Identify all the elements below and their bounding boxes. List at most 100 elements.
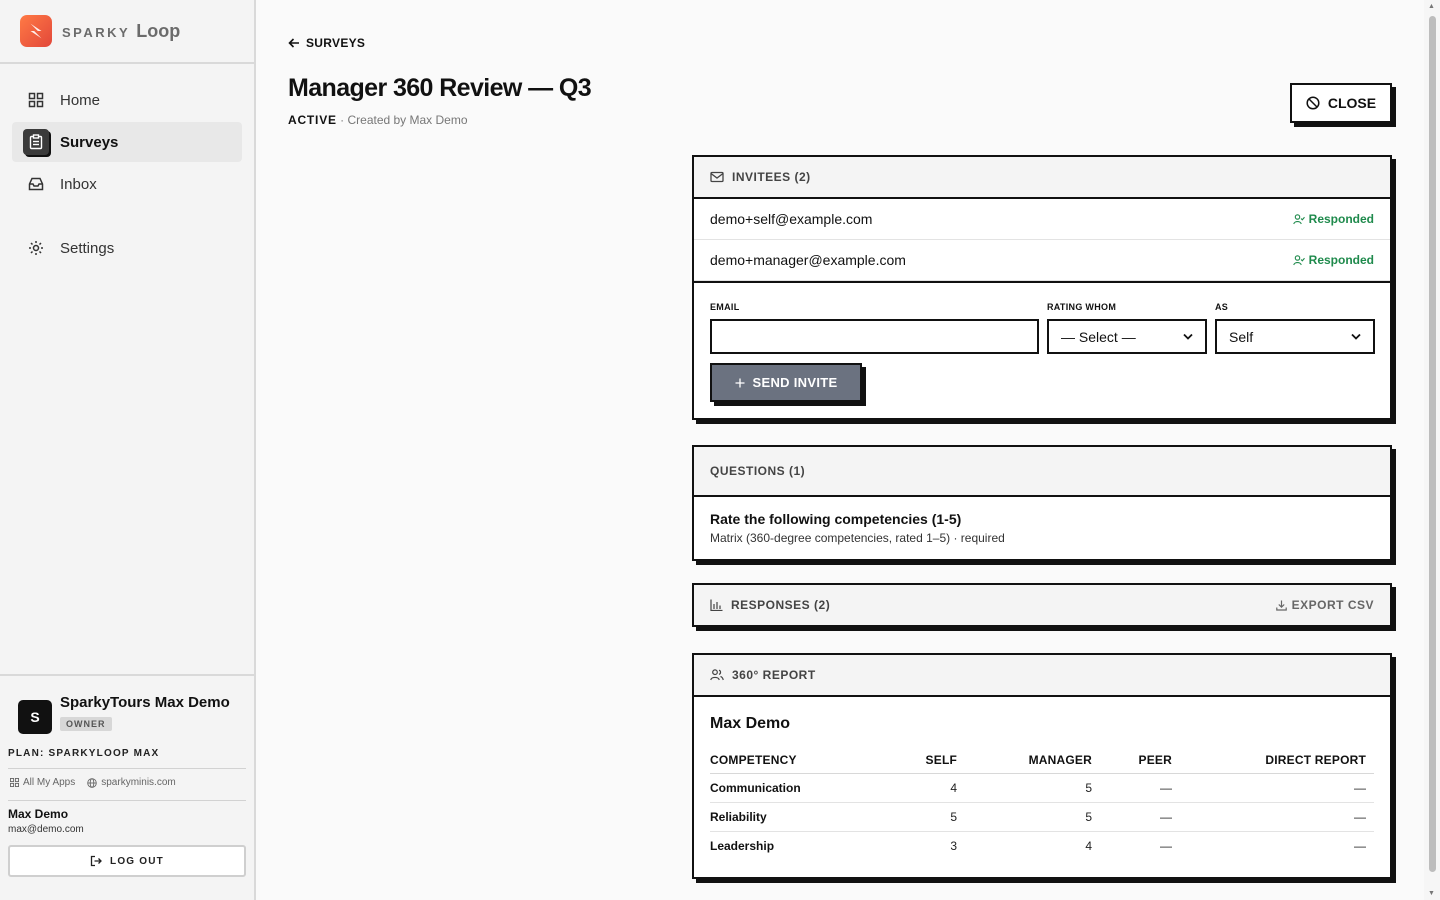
sidebar: SPARKY Loop Home Surveys Inbox Settings … (0, 0, 256, 900)
competency-table: COMPETENCY SELF MANAGER PEER DIRECT REPO… (710, 747, 1374, 861)
logout-button[interactable]: LOG OUT (8, 845, 246, 877)
plan-label: PLAN: SPARKYLOOP MAX (8, 748, 246, 769)
all-apps-link[interactable]: All My Apps (10, 777, 75, 788)
col-manager: MANAGER (965, 747, 1100, 774)
cell: Reliability (710, 802, 895, 832)
invitees-card: INVITEES (2) demo+self@example.com Respo… (692, 155, 1392, 420)
cell: 4 (1085, 839, 1092, 854)
download-icon (1275, 600, 1287, 611)
arrow-left-icon (288, 38, 299, 48)
cell: — (1354, 839, 1366, 854)
as-value: Self (1229, 328, 1254, 345)
brand[interactable]: SPARKY Loop (0, 0, 254, 64)
cell: — (1180, 773, 1374, 803)
invite-form: EMAIL RATING WHOM — Select — AS Self SEN… (694, 281, 1390, 418)
scroll-down-icon[interactable]: ▼ (1428, 890, 1435, 897)
col-peer: PEER (1100, 747, 1180, 774)
question-item[interactable]: Rate the following competencies (1-5) Ma… (694, 497, 1390, 559)
org-name: SparkyTours Max Demo (60, 694, 230, 711)
invitee-row: demo+manager@example.com Responded (694, 240, 1390, 281)
report-body: Max Demo COMPETENCY SELF MANAGER PEER DI… (694, 697, 1390, 877)
report-header: 360° REPORT (694, 655, 1390, 697)
responses-title: RESPONSES (2) (731, 598, 831, 612)
gear-icon (26, 238, 46, 258)
brand-loop: Loop (136, 20, 181, 41)
scroll-up-icon[interactable]: ▲ (1428, 3, 1435, 10)
scroll-thumb[interactable] (1429, 16, 1436, 872)
ban-icon (1306, 96, 1320, 110)
col-competency: COMPETENCY (710, 747, 895, 774)
email-field[interactable] (710, 319, 1039, 354)
mail-icon (710, 171, 724, 183)
site-link[interactable]: sparkyminis.com (87, 777, 176, 788)
cell: 4 (895, 773, 965, 803)
report-title: 360° REPORT (732, 668, 816, 682)
back-to-surveys-link[interactable]: SURVEYS (288, 36, 365, 50)
created-by: · Created by Max Demo (336, 113, 468, 127)
invitees-header: INVITEES (2) (694, 157, 1390, 199)
account-panel: S SparkyTours Max Demo OWNER PLAN: SPARK… (0, 674, 254, 900)
vertical-scrollbar[interactable]: ▲ ▼ (1424, 0, 1440, 900)
questions-title: QUESTIONS (1) (710, 464, 806, 478)
responses-header[interactable]: RESPONSES (2) EXPORT CSV (694, 585, 1390, 625)
table-row: Leadership 3 4 — — (710, 832, 1374, 861)
invitee-row: demo+self@example.com Responded (694, 199, 1390, 240)
inbox-icon (26, 174, 46, 194)
question-title: Rate the following competencies (1-5) (710, 511, 962, 527)
cell: — (1180, 802, 1374, 832)
questions-card: QUESTIONS (1) Rate the following compete… (692, 445, 1392, 561)
col-self: SELF (895, 747, 965, 774)
nav-item-settings[interactable]: Settings (12, 228, 242, 268)
report-person-name: Max Demo (710, 715, 791, 732)
logout-label: LOG OUT (110, 855, 164, 867)
nav-label-settings: Settings (60, 239, 115, 257)
site-label: sparkyminis.com (101, 777, 176, 788)
users-icon (710, 669, 724, 681)
nav-item-inbox[interactable]: Inbox (12, 164, 242, 204)
invitee-email: demo+manager@example.com (710, 252, 906, 268)
nav-label-home: Home (60, 91, 101, 109)
user-email: max@demo.com (8, 824, 84, 835)
clipboard-icon (23, 129, 49, 155)
as-select[interactable]: Self (1215, 319, 1375, 354)
invitees-title: INVITEES (2) (732, 170, 811, 184)
cell: 5 (965, 773, 1100, 803)
responded-badge: Responded (1292, 212, 1374, 226)
brand-sparky: SPARKY (62, 24, 131, 40)
responded-label: Responded (1308, 212, 1374, 226)
nav-item-home[interactable]: Home (12, 80, 242, 120)
rating-whom-value: — Select — (1061, 328, 1136, 345)
nav-item-surveys[interactable]: Surveys (12, 122, 242, 162)
globe-icon (87, 777, 98, 788)
plus-icon (735, 378, 745, 387)
bar-chart-icon (710, 599, 723, 611)
responded-badge: Responded (1292, 253, 1374, 267)
send-invite-label: SEND INVITE (752, 375, 838, 390)
send-invite-button[interactable]: SEND INVITE (710, 363, 862, 402)
user-check-icon (1292, 213, 1305, 224)
chevron-down-icon (1351, 333, 1361, 340)
email-label: EMAIL (710, 302, 740, 312)
avatar: S (18, 700, 52, 734)
cell: — (1100, 773, 1180, 803)
main-content: SURVEYS Manager 360 Review — Q3 ACTIVE ·… (256, 0, 1440, 900)
table-header-row: COMPETENCY SELF MANAGER PEER DIRECT REPO… (710, 747, 1374, 774)
table-row: Communication 4 5 — — (710, 773, 1374, 803)
close-survey-button[interactable]: CLOSE (1290, 83, 1392, 123)
responses-card: RESPONSES (2) EXPORT CSV (692, 583, 1392, 627)
main-nav: Home Surveys Inbox Settings (0, 64, 254, 268)
export-csv-label: EXPORT CSV (1291, 598, 1374, 612)
close-label: CLOSE (1327, 95, 1377, 111)
report-card: 360° REPORT Max Demo COMPETENCY SELF MAN… (692, 653, 1392, 879)
cell: — (1100, 802, 1180, 832)
nav-label-inbox: Inbox (60, 175, 97, 193)
status-badge: ACTIVE (288, 113, 337, 127)
rating-whom-select[interactable]: — Select — (1047, 319, 1207, 354)
role-badge: OWNER (60, 717, 112, 731)
sparky-logo-icon (20, 15, 52, 47)
cell: 5 (965, 802, 1100, 832)
export-csv-button[interactable]: EXPORT CSV (1275, 598, 1374, 612)
account-switcher[interactable]: S SparkyTours Max Demo OWNER (8, 694, 246, 734)
question-detail: Matrix (360-degree competencies, rated 1… (710, 531, 1005, 545)
cell: Communication (710, 773, 895, 803)
